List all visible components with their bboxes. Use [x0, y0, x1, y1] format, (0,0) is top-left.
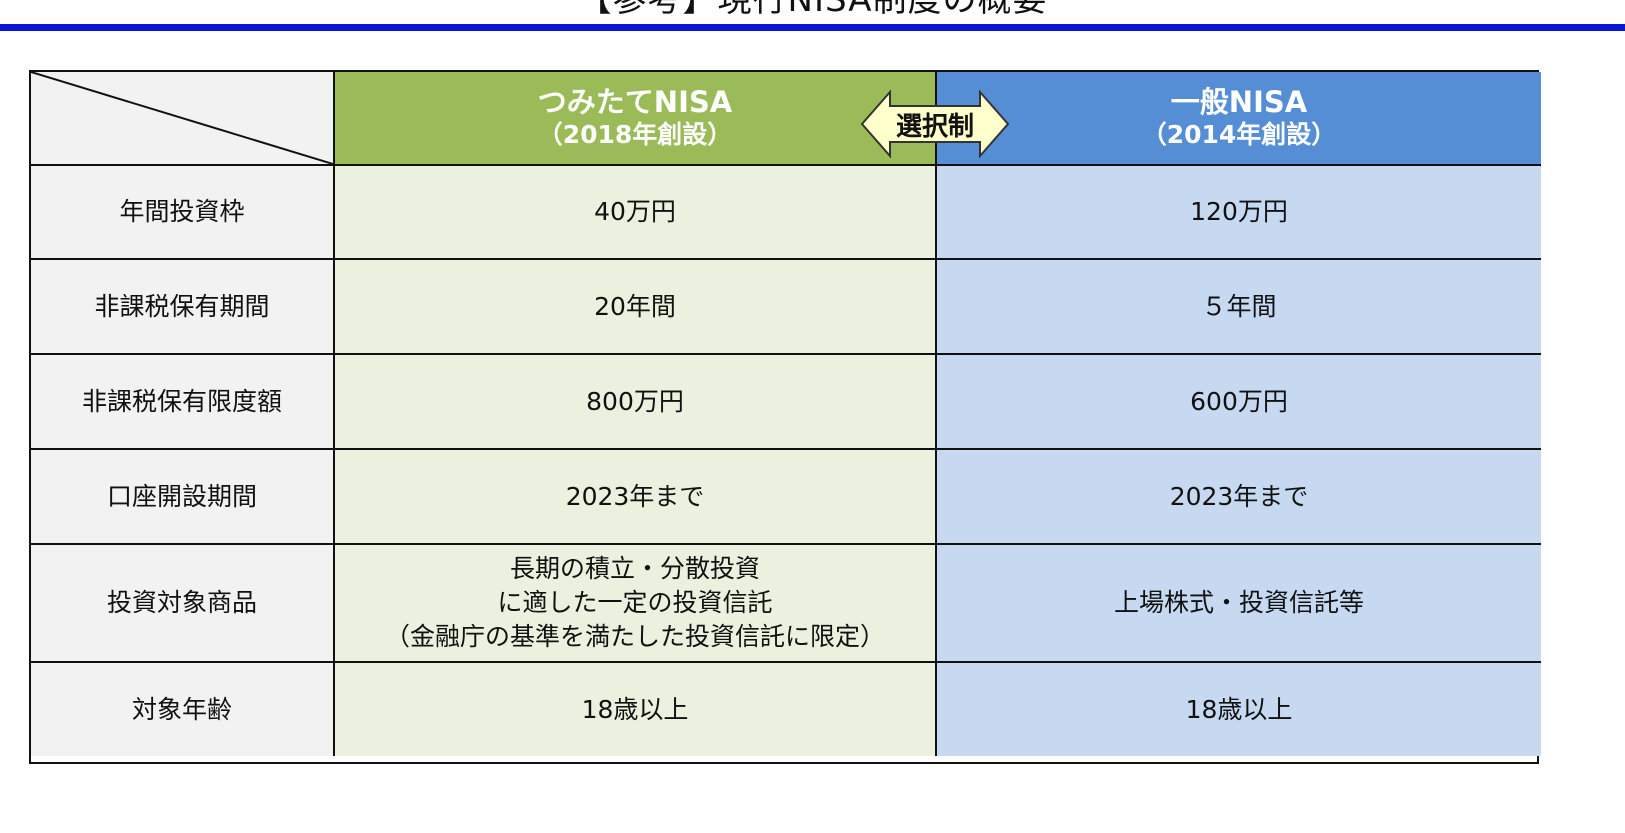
- ippan-value: 2023年まで: [937, 450, 1541, 545]
- row-label: 非課税保有期間: [31, 260, 335, 355]
- value-line: に適した一定の投資信託: [497, 588, 773, 617]
- ippan-value: 600万円: [937, 355, 1541, 450]
- tsumitate-value: 20年間: [335, 260, 937, 355]
- row-label: 口座開設期間: [31, 450, 335, 545]
- corner-cell: [31, 72, 335, 166]
- slide: 【参考】現行NISA制度の概要 つみたてNISA （2018年創設） 一般NIS…: [0, 0, 1625, 833]
- page-title: 【参考】現行NISA制度の概要: [577, 0, 1048, 20]
- header-sub: （2018年創設）: [537, 120, 733, 149]
- header-name: つみたてNISA: [537, 85, 733, 119]
- tsumitate-value: 18歳以上: [335, 663, 937, 756]
- header-name: 一般NISA: [1170, 85, 1308, 119]
- ippan-value: 120万円: [937, 166, 1541, 260]
- row-label: 対象年齢: [31, 663, 335, 756]
- tsumitate-value: 2023年まで: [335, 450, 937, 545]
- ippan-value: 18歳以上: [937, 663, 1541, 756]
- row-label: 非課税保有限度額: [31, 355, 335, 450]
- ippan-value: 上場株式・投資信託等: [937, 545, 1541, 663]
- header-sub: （2014年創設）: [1141, 120, 1337, 149]
- row-label: 投資対象商品: [31, 545, 335, 663]
- value-line: 長期の積立・分散投資: [509, 554, 760, 583]
- value-line: （金融庁の基準を満たした投資信託に限定）: [384, 622, 885, 651]
- row-label: 年間投資枠: [31, 166, 335, 260]
- comparison-table: つみたてNISA （2018年創設） 一般NISA （2014年創設） 年間投資…: [29, 70, 1541, 764]
- header-tsumitate-nisa: つみたてNISA （2018年創設）: [335, 72, 937, 166]
- tsumitate-value: 40万円: [335, 166, 937, 260]
- header-ippan-nisa: 一般NISA （2014年創設）: [937, 72, 1541, 166]
- tsumitate-value: 800万円: [335, 355, 937, 450]
- badge-label: 選択制: [895, 111, 974, 142]
- selection-badge: 選択制: [860, 89, 1010, 159]
- tsumitate-value: 長期の積立・分散投資 に適した一定の投資信託 （金融庁の基準を満たした投資信託に…: [335, 545, 937, 663]
- diagonal-line: [31, 72, 333, 164]
- ippan-value: ５年間: [937, 260, 1541, 355]
- title-rule: [0, 24, 1625, 31]
